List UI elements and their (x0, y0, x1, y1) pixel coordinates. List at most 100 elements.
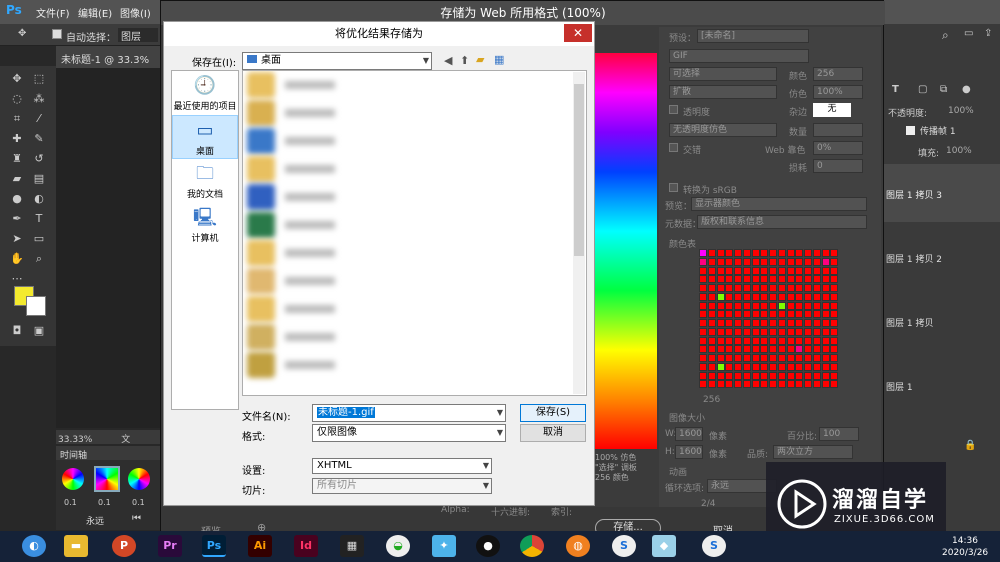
premiere-icon[interactable]: Pr (158, 535, 182, 557)
color-swatch[interactable] (725, 327, 734, 336)
color-swatch[interactable] (804, 249, 812, 257)
color-swatch[interactable] (795, 380, 804, 389)
color-swatch[interactable] (734, 345, 742, 354)
first-frame-icon[interactable]: ⏮ (132, 513, 141, 524)
color-swatch[interactable] (707, 292, 716, 301)
metadata-dropdown[interactable]: 版权和联系信息 (697, 215, 867, 229)
marquee-tool-icon[interactable]: ⬚ (30, 70, 48, 88)
color-swatch[interactable] (777, 362, 786, 371)
color-swatch[interactable] (786, 362, 795, 371)
filter-toggle-icon[interactable]: ● (962, 84, 971, 95)
color-swatch[interactable] (786, 354, 795, 362)
color-swatch[interactable] (742, 380, 751, 389)
new-folder-icon[interactable]: ▰ (476, 53, 484, 66)
color-swatch[interactable] (830, 362, 839, 371)
color-swatch[interactable] (777, 284, 786, 292)
color-swatch[interactable] (769, 249, 777, 257)
color-swatch[interactable] (725, 292, 734, 301)
color-swatch[interactable] (786, 292, 795, 301)
clock-date[interactable]: 2020/3/26 (942, 548, 988, 558)
color-swatch[interactable] (707, 284, 716, 292)
color-swatch[interactable] (751, 249, 760, 257)
notes-icon[interactable]: ◆ (652, 535, 676, 557)
color-swatch[interactable] (707, 327, 716, 336)
scrollbar-thumb[interactable] (574, 84, 584, 256)
color-swatch[interactable] (725, 354, 734, 362)
color-swatch[interactable] (795, 362, 804, 371)
color-swatch[interactable] (699, 249, 707, 257)
file-item[interactable] (243, 127, 586, 155)
color-swatch[interactable] (804, 354, 812, 362)
color-swatch[interactable] (777, 327, 786, 336)
width-field[interactable]: 1600 (675, 427, 703, 441)
color-swatch[interactable] (742, 371, 751, 380)
color-swatch[interactable] (751, 354, 760, 362)
color-swatch[interactable] (760, 284, 769, 292)
share-icon[interactable]: ⇪ (984, 28, 992, 39)
color-swatch[interactable] (725, 257, 734, 266)
slices-dropdown[interactable]: 所有切片 ▼ (312, 478, 492, 494)
color-swatch[interactable] (725, 345, 734, 354)
color-swatch[interactable] (812, 354, 821, 362)
color-swatch[interactable] (742, 301, 751, 310)
color-swatch[interactable] (707, 249, 716, 257)
color-swatch[interactable] (760, 249, 769, 257)
quick-mask-icon[interactable]: ◘ (8, 322, 26, 340)
color-swatch[interactable] (734, 380, 742, 389)
loop-dropdown[interactable]: 永远 (86, 514, 104, 527)
settings-dropdown[interactable]: XHTML ▼ (312, 458, 492, 474)
color-swatch[interactable] (804, 327, 812, 336)
color-swatch[interactable] (821, 327, 830, 336)
color-swatch[interactable] (777, 336, 786, 345)
file-item[interactable] (243, 155, 586, 183)
color-swatch[interactable] (812, 257, 821, 266)
color-swatch[interactable] (751, 371, 760, 380)
color-swatch[interactable] (821, 275, 830, 284)
menu-edit[interactable]: 编辑(E) (78, 5, 112, 20)
document-tab[interactable]: 未标题-1 @ 33.3% (图 (56, 46, 161, 81)
color-swatch[interactable] (751, 380, 760, 389)
file-item[interactable] (243, 323, 586, 351)
color-swatch[interactable] (734, 275, 742, 284)
color-swatch[interactable] (804, 319, 812, 327)
color-swatch[interactable] (812, 327, 821, 336)
hand-icon[interactable]: ✋ (8, 250, 26, 268)
preview-dropdown[interactable]: 显示器颜色 (691, 197, 867, 211)
color-swatch[interactable] (707, 301, 716, 310)
color-swatch[interactable] (725, 275, 734, 284)
color-swatch[interactable] (795, 284, 804, 292)
file-item[interactable] (243, 239, 586, 267)
color-swatch[interactable] (777, 380, 786, 389)
history-brush-icon[interactable]: ↺ (30, 150, 48, 168)
color-swatch[interactable] (786, 266, 795, 275)
save-button[interactable]: 保存(S) (520, 404, 586, 422)
color-swatch[interactable] (795, 310, 804, 319)
propagate-checkbox[interactable] (906, 126, 915, 135)
color-swatch[interactable] (786, 310, 795, 319)
qq-icon[interactable]: ● (476, 535, 500, 557)
color-swatch[interactable] (821, 345, 830, 354)
sogou-icon[interactable]: S (612, 535, 636, 557)
color-swatch[interactable] (716, 292, 725, 301)
color-swatch[interactable] (751, 310, 760, 319)
color-swatch[interactable] (786, 371, 795, 380)
layer-row-selected[interactable]: 图层 1 拷贝 3 (884, 164, 1000, 222)
color-swatch[interactable] (812, 336, 821, 345)
color-swatch[interactable] (786, 345, 795, 354)
color-swatch[interactable] (734, 266, 742, 275)
smart-filter-icon[interactable]: ⧉ (940, 84, 947, 95)
color-swatch[interactable] (830, 371, 839, 380)
indesign-icon[interactable]: Id (294, 535, 318, 557)
place-item[interactable]: ▭ 桌面 (172, 115, 238, 159)
color-swatch[interactable] (699, 275, 707, 284)
color-swatch[interactable] (707, 354, 716, 362)
stamp-icon[interactable]: ♜ (8, 150, 26, 168)
auto-select-dropdown[interactable]: 图层 (118, 28, 158, 43)
reduction-dropdown[interactable]: 可选择 (669, 67, 777, 81)
color-swatch[interactable] (812, 284, 821, 292)
color-swatch[interactable] (760, 345, 769, 354)
color-swatch[interactable] (760, 266, 769, 275)
color-swatch[interactable] (769, 327, 777, 336)
color-swatch[interactable] (795, 354, 804, 362)
color-swatch[interactable] (760, 292, 769, 301)
